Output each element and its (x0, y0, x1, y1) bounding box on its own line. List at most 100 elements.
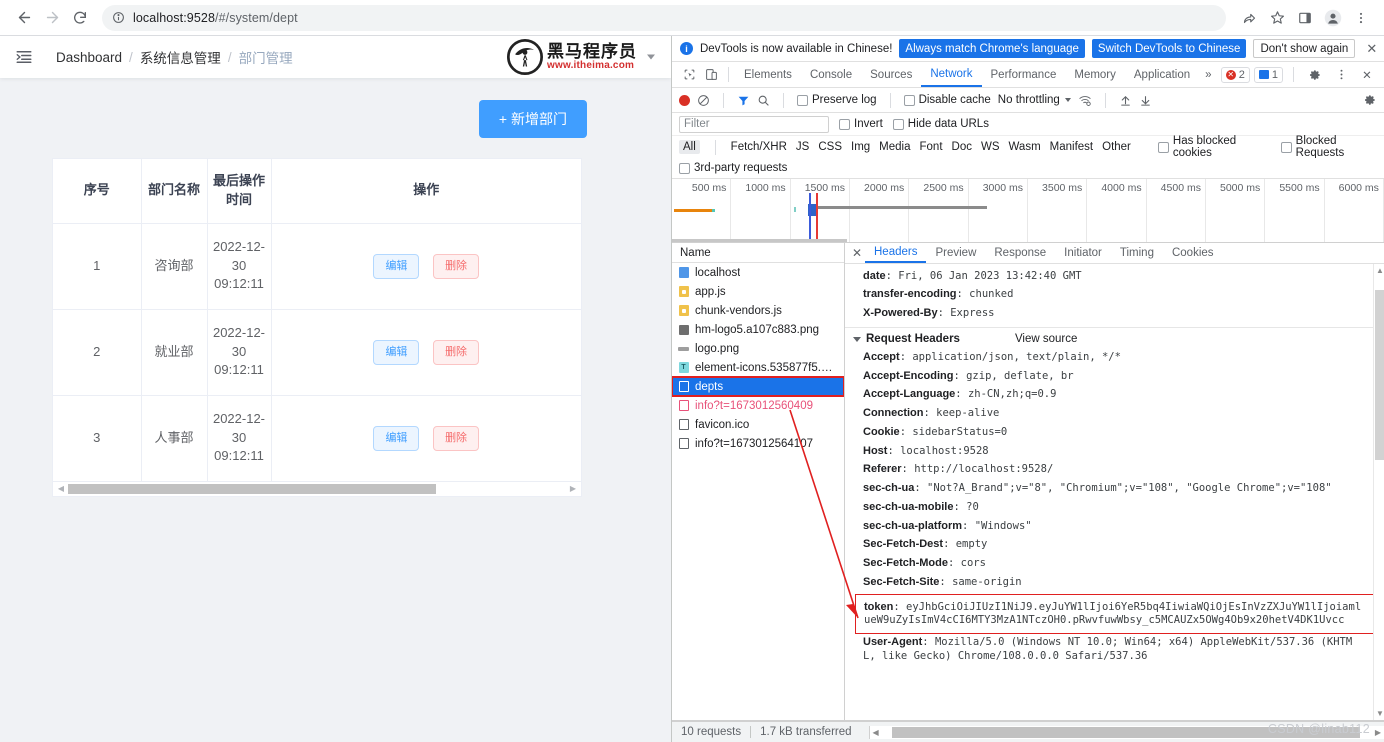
edit-button[interactable]: 编辑 (373, 339, 420, 365)
detail-tab-timing[interactable]: Timing (1111, 243, 1163, 263)
gear-icon[interactable] (1304, 64, 1326, 86)
dont-show-again-button[interactable]: Don't show again (1253, 39, 1356, 58)
reload-button[interactable] (66, 4, 94, 32)
invert-checkbox[interactable]: Invert (839, 118, 883, 130)
filter-type-js[interactable]: JS (796, 141, 809, 153)
request-row-depts[interactable]: depts (672, 376, 844, 397)
request-row-element-icons-woff[interactable]: T element-icons.535877f5.woff (672, 358, 844, 377)
info-circle-icon[interactable] (112, 11, 125, 24)
checkbox-icon[interactable] (1280, 141, 1292, 153)
request-row-logo-png[interactable]: logo.png (672, 339, 844, 358)
address-bar[interactable]: localhost:9528/#/system/dept (102, 4, 1226, 31)
tab-elements[interactable]: Elements (735, 62, 801, 87)
delete-button[interactable]: 删除 (433, 339, 480, 365)
filter-type-font[interactable]: Font (920, 141, 943, 153)
request-row-favicon[interactable]: favicon.ico (672, 415, 844, 434)
chevron-down-icon[interactable] (647, 54, 655, 60)
detail-tab-headers[interactable]: Headers (865, 243, 927, 263)
add-department-button[interactable]: + 新增部门 (478, 100, 587, 138)
detail-tab-cookies[interactable]: Cookies (1163, 243, 1223, 263)
scroll-up-arrow-icon[interactable]: ▲ (1376, 266, 1384, 275)
scroll-left-arrow-icon[interactable]: ◀ (55, 484, 67, 493)
tab-sources[interactable]: Sources (861, 62, 921, 87)
close-detail-icon[interactable]: ✕ (849, 246, 865, 260)
network-overview-timeline[interactable]: 500 ms 1000 ms 1500 ms 2000 ms 2500 ms 3… (672, 179, 1384, 243)
device-toolbar-icon[interactable] (700, 64, 722, 86)
request-list-header[interactable]: Name (672, 243, 844, 263)
filter-type-wasm[interactable]: Wasm (1009, 141, 1041, 153)
three-dot-menu-icon[interactable] (1348, 5, 1374, 31)
star-icon[interactable] (1264, 5, 1290, 31)
request-row-app-js[interactable]: app.js (672, 282, 844, 301)
tab-network[interactable]: Network (921, 62, 982, 87)
third-party-requests-checkbox[interactable]: 3rd-party requests (679, 162, 787, 174)
scroll-right-arrow-icon[interactable]: ▶ (1372, 728, 1384, 737)
close-icon[interactable]: ✕ (1362, 41, 1381, 57)
request-row-chunk-vendors-js[interactable]: chunk-vendors.js (672, 301, 844, 320)
checkbox-icon[interactable] (892, 118, 904, 130)
edit-button[interactable]: 编辑 (373, 253, 420, 279)
request-list[interactable]: Name localhost app.js chunk-vendors.js h… (672, 243, 845, 720)
network-conditions-icon[interactable] (1078, 94, 1092, 107)
delete-button[interactable]: 删除 (433, 253, 480, 279)
tab-memory[interactable]: Memory (1065, 62, 1125, 87)
record-button-icon[interactable] (679, 94, 690, 106)
tab-performance[interactable]: Performance (982, 62, 1066, 87)
request-row-info-1[interactable]: info?t=1673012560409 (672, 396, 844, 415)
request-headers-section[interactable]: Request Headers View source (845, 330, 1384, 348)
blocked-requests-checkbox[interactable]: Blocked Requests (1280, 135, 1377, 159)
tab-console[interactable]: Console (801, 62, 861, 87)
scrollbar-track[interactable] (437, 483, 567, 494)
search-icon[interactable] (757, 94, 770, 107)
side-panel-icon[interactable] (1292, 5, 1318, 31)
forward-button[interactable] (38, 4, 66, 32)
headers-vertical-scrollbar[interactable]: ▲ ▼ (1373, 264, 1384, 720)
breadcrumb-item-system[interactable]: 系统信息管理 (140, 47, 221, 67)
checkbox-icon[interactable] (797, 94, 808, 106)
request-row-hm-logo-png[interactable]: hm-logo5.a107c883.png (672, 320, 844, 339)
detail-tab-initiator[interactable]: Initiator (1055, 243, 1111, 263)
switch-to-chinese-button[interactable]: Switch DevTools to Chinese (1091, 39, 1247, 58)
preserve-log-checkbox[interactable]: Preserve log (797, 94, 877, 106)
export-har-icon[interactable] (1139, 94, 1152, 107)
scrollbar-thumb[interactable] (68, 483, 436, 494)
hide-data-urls-checkbox[interactable]: Hide data URLs (892, 118, 989, 130)
message-count-badge[interactable]: 1 (1253, 66, 1283, 83)
close-devtools-icon[interactable]: ✕ (1356, 64, 1378, 86)
filter-type-doc[interactable]: Doc (952, 141, 972, 153)
profile-avatar-icon[interactable] (1320, 5, 1346, 31)
disable-cache-checkbox[interactable]: Disable cache (903, 94, 991, 106)
error-count-badge[interactable]: ✕ 2 (1220, 66, 1250, 83)
filter-type-manifest[interactable]: Manifest (1050, 141, 1093, 153)
filter-type-all[interactable]: All (679, 140, 700, 154)
back-button[interactable] (10, 4, 38, 32)
breadcrumb-item-dashboard[interactable]: Dashboard (56, 50, 122, 65)
chevron-double-right-icon[interactable]: » (1199, 69, 1217, 81)
import-har-icon[interactable] (1119, 94, 1132, 107)
checkbox-icon[interactable] (1157, 141, 1169, 153)
chevron-down-icon[interactable] (853, 336, 861, 342)
filter-type-other[interactable]: Other (1102, 141, 1131, 153)
filter-type-fetch-xhr[interactable]: Fetch/XHR (731, 141, 787, 153)
network-settings-gear-icon[interactable] (1363, 93, 1377, 107)
request-row-info-2[interactable]: info?t=1673012564107 (672, 434, 844, 453)
timeline-selection-handle[interactable] (672, 239, 847, 242)
view-source-link[interactable]: View source (1015, 333, 1077, 345)
checkbox-icon[interactable] (839, 118, 850, 130)
detail-tab-preview[interactable]: Preview (926, 243, 985, 263)
checkbox-icon[interactable] (903, 94, 915, 106)
scroll-down-arrow-icon[interactable]: ▼ (1376, 709, 1384, 718)
inspect-element-icon[interactable] (678, 64, 700, 86)
edit-button[interactable]: 编辑 (373, 425, 420, 451)
brand-logo[interactable]: 黑马程序员 www.itheima.com (507, 39, 637, 75)
scrollbar-thumb[interactable] (1375, 290, 1384, 460)
filter-type-ws[interactable]: WS (981, 141, 1000, 153)
scroll-right-arrow-icon[interactable]: ▶ (567, 484, 579, 493)
tab-application[interactable]: Application (1125, 62, 1199, 87)
filter-input[interactable]: Filter (679, 115, 829, 133)
checkbox-icon[interactable] (679, 162, 690, 174)
clear-network-log-icon[interactable] (697, 94, 710, 107)
detail-tab-response[interactable]: Response (985, 243, 1055, 263)
request-row-localhost[interactable]: localhost (672, 263, 844, 282)
always-match-language-button[interactable]: Always match Chrome's language (899, 39, 1085, 58)
